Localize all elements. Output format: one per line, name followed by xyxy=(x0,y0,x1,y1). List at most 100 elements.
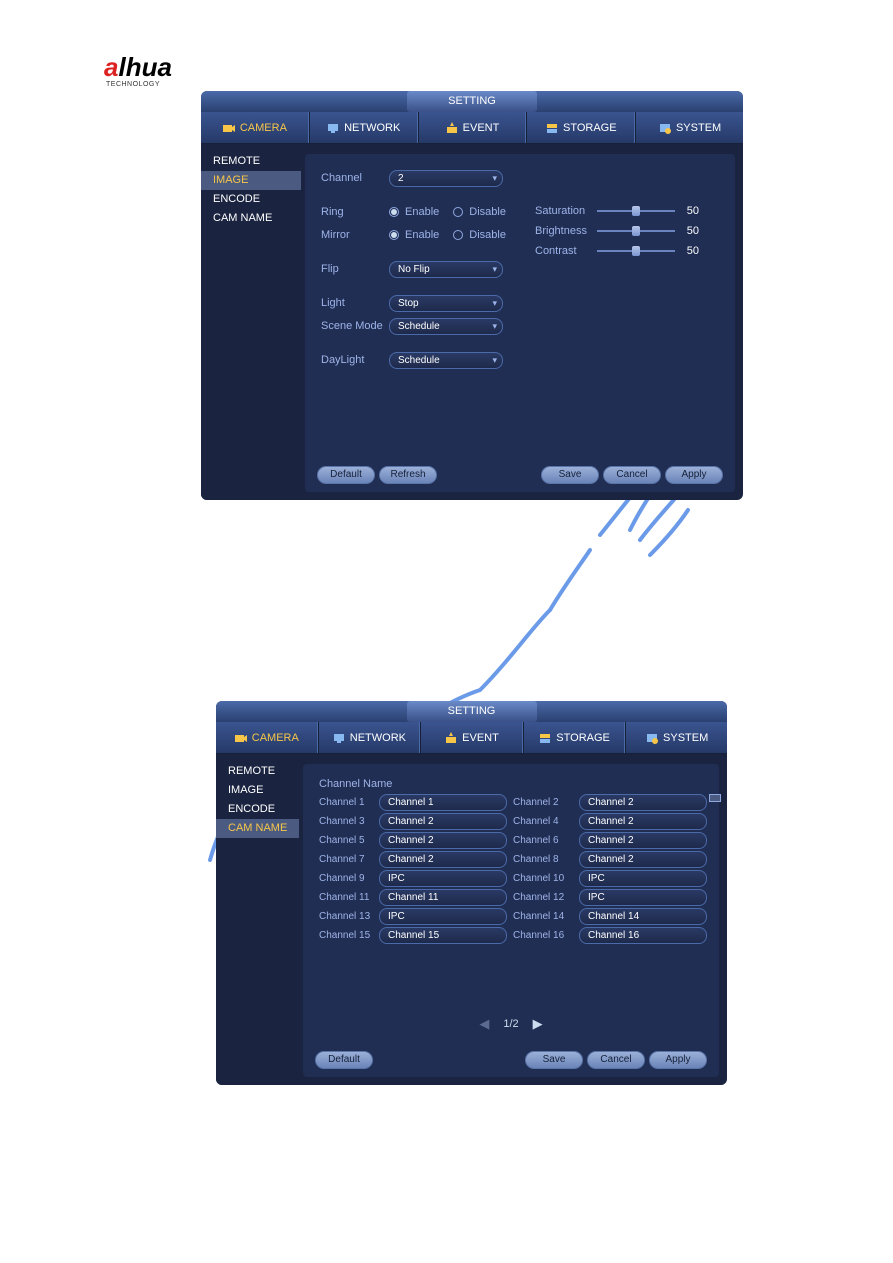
settings-panel-camname: SETTING CAMERA NETWORK EVENT STORAGE SYS… xyxy=(216,701,727,1085)
sidebar-item-encode[interactable]: ENCODE xyxy=(201,190,301,209)
storage-icon xyxy=(545,121,559,135)
channel-label: Channel 11 xyxy=(319,889,373,906)
tab-event-2[interactable]: EVENT xyxy=(420,722,523,753)
sidebar-item-camname-2[interactable]: CAM NAME xyxy=(216,819,299,838)
select-light[interactable]: Stop xyxy=(389,295,503,312)
channel-name-input[interactable]: Channel 2 xyxy=(579,813,707,830)
radio-ring-enable[interactable] xyxy=(389,207,399,217)
sidebar-item-image-2[interactable]: IMAGE xyxy=(216,781,299,800)
content-image: Channel 2 Ring Enable Disable Mirror Ena… xyxy=(305,154,735,492)
channel-name-input[interactable]: IPC xyxy=(579,889,707,906)
event-icon xyxy=(445,121,459,135)
label-contrast: Contrast xyxy=(535,245,591,257)
slider-brightness[interactable] xyxy=(597,230,675,232)
save-button-2[interactable]: Save xyxy=(525,1051,583,1069)
radio-mirror-disable[interactable] xyxy=(453,230,463,240)
cancel-button[interactable]: Cancel xyxy=(603,466,661,484)
pager-next[interactable]: ▶ xyxy=(533,1016,543,1032)
label-light: Light xyxy=(321,297,389,309)
channel-name-input[interactable]: Channel 14 xyxy=(579,908,707,925)
tab-network-label-2: NETWORK xyxy=(350,732,406,744)
tab-event-label: EVENT xyxy=(463,122,500,134)
channel-label: Channel 2 xyxy=(513,794,573,811)
default-button-2[interactable]: Default xyxy=(315,1051,373,1069)
tab-camera-label-2: CAMERA xyxy=(252,732,299,744)
apply-button[interactable]: Apply xyxy=(665,466,723,484)
label-scene-mode: Scene Mode xyxy=(321,320,389,332)
content-camname: Channel Name Channel 1Channel 1Channel 2… xyxy=(303,764,719,1077)
channel-label: Channel 15 xyxy=(319,927,373,944)
tab-system[interactable]: SYSTEM xyxy=(635,112,743,143)
tab-system-2[interactable]: SYSTEM xyxy=(625,722,727,753)
storage-icon xyxy=(538,731,552,745)
pager-prev[interactable]: ◀ xyxy=(479,1016,489,1032)
default-button[interactable]: Default xyxy=(317,466,375,484)
channel-label: Channel 8 xyxy=(513,851,573,868)
slider-saturation[interactable] xyxy=(597,210,675,212)
sidebar-item-encode-2[interactable]: ENCODE xyxy=(216,800,299,819)
tab-storage-label-2: STORAGE xyxy=(556,732,610,744)
panel-title: SETTING xyxy=(407,91,537,112)
tab-storage-2[interactable]: STORAGE xyxy=(523,722,626,753)
channel-label: Channel 4 xyxy=(513,813,573,830)
channel-name-input[interactable]: Channel 2 xyxy=(579,794,707,811)
channel-name-input[interactable]: Channel 1 xyxy=(379,794,507,811)
channel-name-input[interactable]: Channel 11 xyxy=(379,889,507,906)
cancel-button-2[interactable]: Cancel xyxy=(587,1051,645,1069)
channel-name-input[interactable]: IPC xyxy=(379,870,507,887)
channel-label: Channel 1 xyxy=(319,794,373,811)
channel-name-input[interactable]: IPC xyxy=(579,870,707,887)
tab-event[interactable]: EVENT xyxy=(418,112,527,143)
radio-ring-disable[interactable] xyxy=(453,207,463,217)
brand-logo: alhua TECHNOLOGY xyxy=(104,52,172,88)
keyboard-icon[interactable] xyxy=(709,794,721,802)
select-scene-mode[interactable]: Schedule xyxy=(389,318,503,335)
save-button[interactable]: Save xyxy=(541,466,599,484)
network-icon xyxy=(326,121,340,135)
select-daylight[interactable]: Schedule xyxy=(389,352,503,369)
title-bar-2: SETTING xyxy=(216,701,727,722)
label-mirror: Mirror xyxy=(321,229,389,241)
refresh-button[interactable]: Refresh xyxy=(379,466,437,484)
tab-network-2[interactable]: NETWORK xyxy=(318,722,421,753)
sidebar-item-image[interactable]: IMAGE xyxy=(201,171,301,190)
slider-contrast[interactable] xyxy=(597,250,675,252)
channel-name-input[interactable]: Channel 15 xyxy=(379,927,507,944)
tab-camera[interactable]: CAMERA xyxy=(201,112,309,143)
channel-name-input[interactable]: Channel 2 xyxy=(379,851,507,868)
sidebar: REMOTE IMAGE ENCODE CAM NAME xyxy=(201,144,301,500)
channel-name-input[interactable]: Channel 16 xyxy=(579,927,707,944)
tab-bar-2: CAMERA NETWORK EVENT STORAGE SYSTEM xyxy=(216,722,727,754)
channel-name-input[interactable]: IPC xyxy=(379,908,507,925)
tab-camera-label: CAMERA xyxy=(240,122,287,134)
channel-label: Channel 9 xyxy=(319,870,373,887)
sidebar-item-camname[interactable]: CAM NAME xyxy=(201,209,301,228)
label-channel: Channel xyxy=(321,172,389,184)
camera-icon xyxy=(222,121,236,135)
tab-network[interactable]: NETWORK xyxy=(309,112,418,143)
value-saturation: 50 xyxy=(681,205,699,217)
event-icon xyxy=(444,731,458,745)
panel-title-2: SETTING xyxy=(407,701,537,722)
tab-event-label-2: EVENT xyxy=(462,732,499,744)
radio-mirror-enable[interactable] xyxy=(389,230,399,240)
channel-name-input[interactable]: Channel 2 xyxy=(379,813,507,830)
sidebar-item-remote[interactable]: REMOTE xyxy=(201,152,301,171)
channel-name-input[interactable]: Channel 2 xyxy=(379,832,507,849)
channel-name-input[interactable]: Channel 2 xyxy=(579,851,707,868)
sidebar-2: REMOTE IMAGE ENCODE CAM NAME xyxy=(216,754,299,1085)
channel-label: Channel 14 xyxy=(513,908,573,925)
select-flip[interactable]: No Flip xyxy=(389,261,503,278)
channel-label: Channel 3 xyxy=(319,813,373,830)
system-icon xyxy=(658,121,672,135)
settings-panel-image: SETTING CAMERA NETWORK EVENT STORAGE SYS… xyxy=(201,91,743,500)
network-icon xyxy=(332,731,346,745)
tab-camera-2[interactable]: CAMERA xyxy=(216,722,318,753)
channel-name-input[interactable]: Channel 2 xyxy=(579,832,707,849)
tab-storage[interactable]: STORAGE xyxy=(526,112,635,143)
select-channel[interactable]: 2 xyxy=(389,170,503,187)
apply-button-2[interactable]: Apply xyxy=(649,1051,707,1069)
sidebar-item-remote-2[interactable]: REMOTE xyxy=(216,762,299,781)
channel-label: Channel 16 xyxy=(513,927,573,944)
logo-letter: a xyxy=(104,52,118,82)
